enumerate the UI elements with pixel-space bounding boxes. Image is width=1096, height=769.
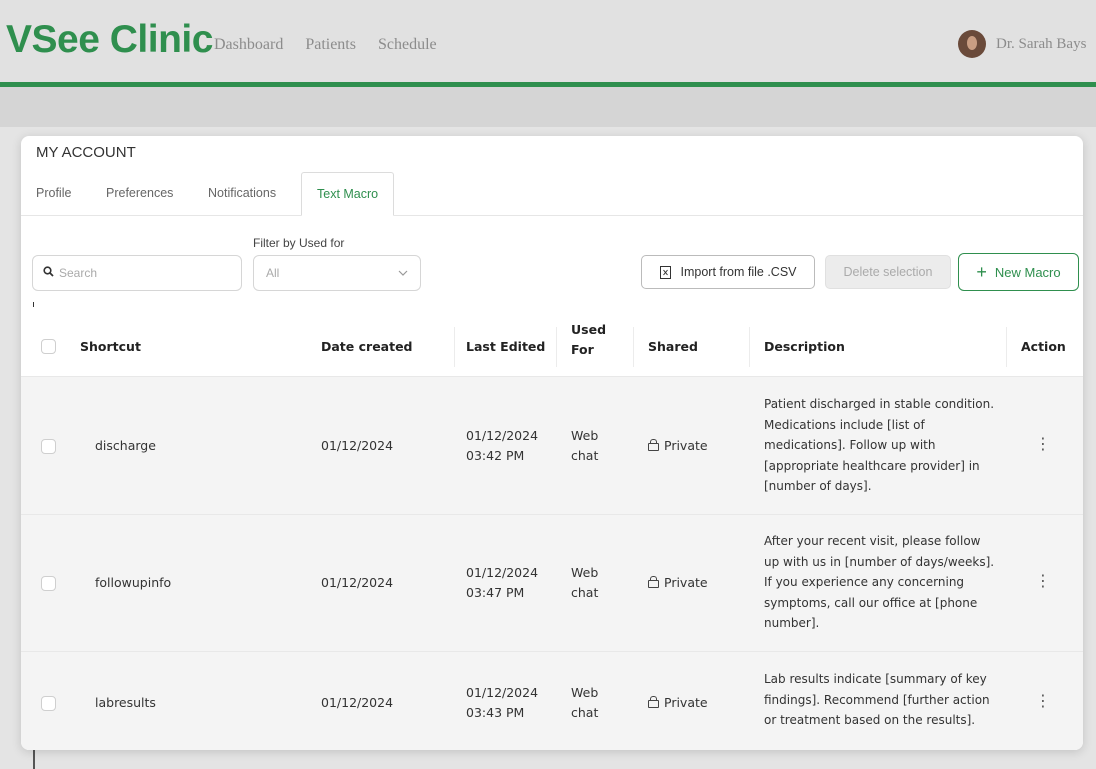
tab-preferences[interactable]: Preferences bbox=[106, 186, 173, 200]
row-checkbox[interactable] bbox=[41, 696, 56, 711]
kebab-menu-icon[interactable]: ⋮ bbox=[1035, 434, 1051, 453]
table-row[interactable]: followupinfo 01/12/2024 01/12/2024 03:47… bbox=[21, 514, 1083, 651]
kebab-menu-icon[interactable]: ⋮ bbox=[1035, 691, 1051, 710]
search-input[interactable] bbox=[57, 265, 221, 281]
lock-icon bbox=[648, 695, 659, 708]
header-used-for-line1[interactable]: Used bbox=[571, 322, 606, 337]
used-for-filter-select[interactable]: All bbox=[253, 255, 421, 291]
header-divider bbox=[454, 327, 455, 367]
header-divider bbox=[749, 327, 750, 367]
sub-header-bar bbox=[0, 87, 1096, 127]
table-row[interactable]: discharge 01/12/2024 01/12/2024 03:42 PM… bbox=[21, 376, 1083, 514]
select-all-checkbox[interactable] bbox=[41, 339, 56, 354]
table-header: Shortcut Date created Last Edited Used F… bbox=[21, 319, 1083, 375]
header-divider bbox=[1006, 327, 1007, 367]
lock-icon bbox=[648, 575, 659, 588]
filter-label: Filter by Used for bbox=[253, 236, 345, 250]
delete-selection-button[interactable]: Delete selection bbox=[825, 255, 951, 289]
nav-schedule[interactable]: Schedule bbox=[378, 36, 437, 54]
row-used-for-line1: Web bbox=[571, 565, 599, 580]
row-used-for-line2: chat bbox=[571, 585, 599, 600]
row-last-edited-date: 01/12/2024 bbox=[466, 685, 539, 700]
lock-icon bbox=[648, 438, 659, 451]
row-shared: Private bbox=[648, 693, 708, 713]
row-used-for-line1: Web bbox=[571, 428, 599, 443]
row-date-created: 01/12/2024 bbox=[321, 575, 394, 590]
row-shared-label: Private bbox=[664, 695, 708, 710]
row-description: After your recent visit, please follow u… bbox=[764, 534, 995, 630]
row-last-edited-date: 01/12/2024 bbox=[466, 565, 539, 580]
header-last-edited[interactable]: Last Edited bbox=[466, 339, 545, 354]
top-navbar: VSee Clinic Dashboard Patients Schedule … bbox=[0, 0, 1096, 87]
row-used-for-line2: chat bbox=[571, 705, 599, 720]
header-action: Action bbox=[1021, 339, 1066, 354]
app-logo[interactable]: VSee Clinic bbox=[6, 18, 213, 62]
row-description: Lab results indicate [summary of key fin… bbox=[764, 672, 990, 727]
new-macro-button[interactable]: + New Macro bbox=[958, 253, 1079, 291]
row-date-created: 01/12/2024 bbox=[321, 695, 394, 710]
chevron-down-icon bbox=[398, 267, 408, 279]
row-last-edited-time: 03:42 PM bbox=[466, 448, 525, 463]
search-icon bbox=[43, 266, 54, 280]
kebab-menu-icon[interactable]: ⋮ bbox=[1035, 571, 1051, 590]
row-shared-label: Private bbox=[664, 575, 708, 590]
row-used-for-line1: Web bbox=[571, 685, 599, 700]
search-box[interactable] bbox=[32, 255, 242, 291]
my-account-modal: MY ACCOUNT Profile Preferences Notificat… bbox=[21, 136, 1083, 750]
row-checkbox[interactable] bbox=[41, 576, 56, 591]
main-nav: Dashboard Patients Schedule bbox=[214, 36, 459, 54]
cursor-mark bbox=[33, 302, 34, 307]
row-date-created: 01/12/2024 bbox=[321, 438, 394, 453]
row-last-edited-time: 03:47 PM bbox=[466, 585, 525, 600]
row-last-edited-date: 01/12/2024 bbox=[466, 428, 539, 443]
row-checkbox[interactable] bbox=[41, 439, 56, 454]
tab-notifications[interactable]: Notifications bbox=[208, 186, 276, 200]
row-shared: Private bbox=[648, 573, 708, 593]
header-used-for-line2[interactable]: For bbox=[571, 342, 594, 357]
header-shortcut[interactable]: Shortcut bbox=[80, 339, 141, 354]
import-csv-button[interactable]: Import from file .CSV bbox=[641, 255, 815, 289]
header-divider bbox=[556, 327, 557, 367]
row-shortcut: discharge bbox=[95, 438, 156, 453]
header-date-created[interactable]: Date created bbox=[321, 339, 413, 354]
row-description: Patient discharged in stable condition. … bbox=[764, 397, 995, 493]
header-shared[interactable]: Shared bbox=[648, 339, 698, 354]
row-shortcut: followupinfo bbox=[95, 575, 172, 590]
import-button-label: Import from file .CSV bbox=[680, 265, 797, 279]
header-divider bbox=[633, 327, 634, 367]
row-shared-label: Private bbox=[664, 438, 708, 453]
file-icon bbox=[659, 265, 671, 279]
row-shortcut: labresults bbox=[95, 695, 156, 710]
avatar[interactable] bbox=[958, 30, 986, 58]
filter-selected-value: All bbox=[266, 266, 280, 280]
user-menu[interactable]: Dr. Sarah Bays bbox=[958, 30, 1086, 58]
table-row[interactable]: labresults 01/12/2024 01/12/2024 03:43 P… bbox=[21, 651, 1083, 750]
header-description[interactable]: Description bbox=[764, 339, 845, 354]
row-used-for-line2: chat bbox=[571, 448, 599, 463]
tab-profile[interactable]: Profile bbox=[36, 186, 71, 200]
new-macro-label: New Macro bbox=[994, 264, 1061, 280]
row-shared: Private bbox=[648, 436, 708, 456]
modal-title: MY ACCOUNT bbox=[36, 144, 136, 161]
row-last-edited-time: 03:43 PM bbox=[466, 705, 525, 720]
nav-patients[interactable]: Patients bbox=[305, 36, 356, 54]
plus-icon: + bbox=[976, 262, 987, 282]
nav-dashboard[interactable]: Dashboard bbox=[214, 36, 283, 54]
user-name[interactable]: Dr. Sarah Bays bbox=[996, 36, 1086, 53]
tab-text-macro[interactable]: Text Macro bbox=[301, 172, 395, 216]
account-tabs: Profile Preferences Notifications Text M… bbox=[21, 170, 1083, 216]
